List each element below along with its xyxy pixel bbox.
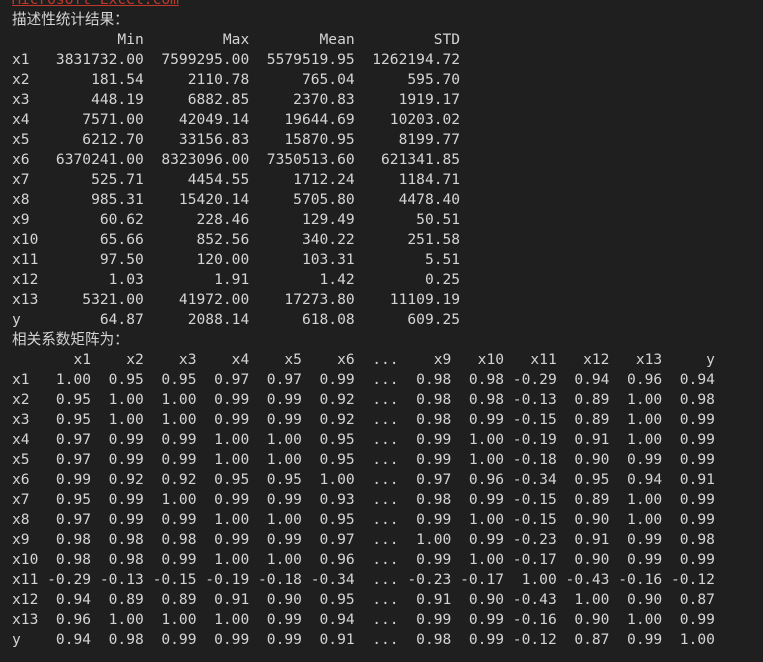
correlation-row: x7 0.95 0.99 1.00 0.99 0.99 0.93 ... 0.9… xyxy=(12,491,715,508)
correlation-table: x1 1.00 0.95 0.95 0.97 0.97 0.99 ... 0.9… xyxy=(12,370,763,650)
stats-row: x11 97.50 120.00 103.31 5.51 xyxy=(12,251,461,268)
correlation-row: x5 0.97 0.99 0.99 1.00 1.00 0.95 ... 0.9… xyxy=(12,451,715,468)
correlation-row: x2 0.95 1.00 1.00 0.99 0.99 0.92 ... 0.9… xyxy=(12,391,715,408)
correlation-row: x10 0.98 0.98 0.99 1.00 1.00 0.96 ... 0.… xyxy=(12,551,715,568)
stats-row: x1 3831732.00 7599295.00 5579519.95 1262… xyxy=(12,51,461,68)
stats-row: x5 6212.70 33156.83 15870.95 8199.77 xyxy=(12,131,461,148)
stats-row: x9 60.62 228.46 129.49 50.51 xyxy=(12,211,461,228)
stats-row: x6 6370241.00 8323096.00 7350513.60 6213… xyxy=(12,151,461,168)
stats-table: x1 3831732.00 7599295.00 5579519.95 1262… xyxy=(12,50,763,330)
correlation-row: y 0.94 0.98 0.99 0.99 0.99 0.91 ... 0.98… xyxy=(12,631,715,648)
correlation-row: x9 0.98 0.98 0.98 0.99 0.99 0.97 ... 1.0… xyxy=(12,531,715,548)
correlation-row: x6 0.99 0.92 0.92 0.95 0.95 1.00 ... 0.9… xyxy=(12,471,715,488)
stats-row: x12 1.03 1.91 1.42 0.25 xyxy=(12,271,461,288)
stats-row: x3 448.19 6882.85 2370.83 1919.17 xyxy=(12,91,461,108)
stats-row: y 64.87 2088.14 618.08 609.25 xyxy=(12,311,461,328)
stats-row: x2 181.54 2110.78 765.04 595.70 xyxy=(12,71,461,88)
stats-header: Min Max Mean STD xyxy=(12,31,461,48)
stats-row: x10 65.66 852.56 340.22 251.58 xyxy=(12,231,461,248)
correlation-row: x3 0.95 1.00 1.00 0.99 0.99 0.92 ... 0.9… xyxy=(12,411,715,428)
correlation-row: x11 -0.29 -0.13 -0.15 -0.19 -0.18 -0.34 … xyxy=(12,571,715,588)
correlation-row: x1 1.00 0.95 0.95 0.97 0.97 0.99 ... 0.9… xyxy=(12,371,715,388)
stats-row: x13 5321.00 41972.00 17273.80 11109.19 xyxy=(12,291,461,308)
correlation-title: 相关系数矩阵为： xyxy=(12,331,129,348)
correlation-row: x13 0.96 1.00 1.00 1.00 0.99 0.94 ... 0.… xyxy=(12,611,715,628)
correlation-row: x4 0.97 0.99 0.99 1.00 1.00 0.95 ... 0.9… xyxy=(12,431,715,448)
console-output: Microsoft Excel.com 描述性统计结果： Min Max Mea… xyxy=(12,0,763,650)
correlation-row: x12 0.94 0.89 0.89 0.91 0.90 0.95 ... 0.… xyxy=(12,591,715,608)
correlation-row: x8 0.97 0.99 0.99 1.00 1.00 0.95 ... 0.9… xyxy=(12,511,715,528)
previous-output-line: Microsoft Excel.com xyxy=(12,0,763,10)
correlation-header: x1 x2 x3 x4 x5 x6 ... x9 x10 x11 x12 x13… xyxy=(12,351,715,368)
stats-row: x7 525.71 4454.55 1712.24 1184.71 xyxy=(12,171,461,188)
stats-row: x4 7571.00 42049.14 19644.69 10203.02 xyxy=(12,111,461,128)
stats-row: x8 985.31 15420.14 5705.80 4478.40 xyxy=(12,191,461,208)
stats-title: 描述性统计结果： xyxy=(12,11,129,28)
